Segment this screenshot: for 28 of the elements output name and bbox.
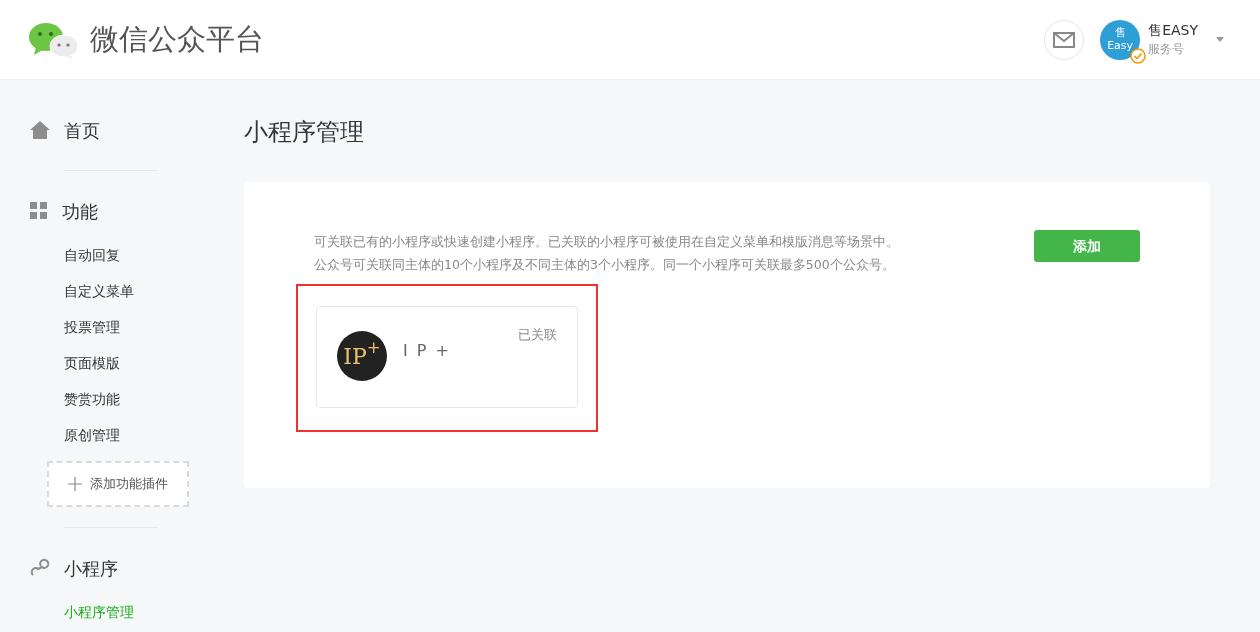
sidebar-item[interactable]: 自动回复: [30, 237, 120, 273]
sidebar-item[interactable]: 自定义菜单: [30, 273, 134, 309]
sidebar-item[interactable]: 投票管理: [30, 309, 120, 345]
caret-icon[interactable]: [1216, 37, 1224, 42]
link-icon: [30, 558, 50, 578]
account-name: 售EASY: [1148, 21, 1198, 40]
add-plugin-button[interactable]: 添加功能插件: [47, 461, 189, 507]
status-label: 已关联: [518, 326, 557, 344]
home-icon: [30, 121, 50, 139]
app-card[interactable]: IP$^{+}$ I P + 已关联: [316, 306, 578, 408]
mail-icon: [1053, 31, 1076, 48]
description-text: 可关联已有的小程序或快速创建小程序。已关联的小程序可被使用在自定义菜单和模版消息等场景中。: [314, 233, 899, 251]
description-text: 公众号可关联同主体的10个小程序及不同主体的3个小程序。同一个小程序可关联最多500个公众号。: [314, 256, 896, 274]
sidebar-item[interactable]: 原创管理: [30, 417, 120, 453]
sidebar-item[interactable]: 页面模版: [30, 345, 120, 381]
sidebar-heading[interactable]: 首页: [64, 116, 100, 144]
app-logo: IP$^{+}$: [337, 331, 387, 381]
sidebar-heading[interactable]: 小程序: [64, 554, 118, 582]
brand-title: 微信公众平台: [90, 20, 264, 58]
plus-icon: [68, 477, 82, 491]
sidebar-item[interactable]: 赞赏功能: [30, 381, 120, 417]
account-type: 服务号: [1148, 40, 1186, 58]
page-title: 小程序管理: [244, 117, 365, 148]
grid-icon: [30, 202, 48, 220]
avatar-text: Easy: [1107, 39, 1134, 52]
app-name: I P +: [403, 340, 451, 362]
sidebar-heading[interactable]: 功能: [62, 197, 98, 225]
avatar-text: 售: [1114, 27, 1126, 40]
